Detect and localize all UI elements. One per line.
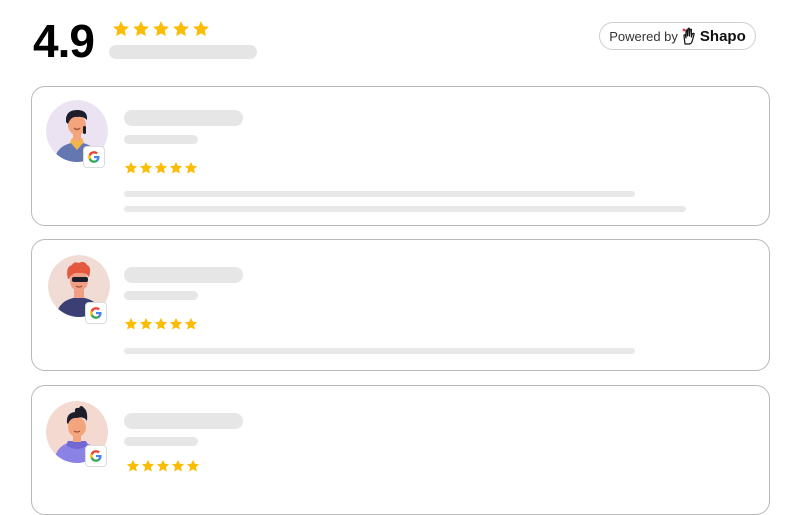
review-star-rating	[124, 161, 198, 175]
star-icon	[184, 317, 198, 330]
shapo-hand-icon	[682, 27, 695, 45]
star-icon	[156, 459, 170, 472]
star-icon	[154, 317, 168, 330]
overall-rating: 4.9	[33, 15, 95, 67]
reviewer-name-placeholder	[124, 110, 243, 126]
star-icon	[173, 21, 189, 37]
review-card[interactable]	[31, 86, 770, 226]
star-icon	[124, 317, 138, 330]
star-icon	[139, 317, 153, 330]
review-date-placeholder	[124, 437, 198, 446]
review-text-placeholder	[124, 206, 686, 212]
star-icon	[184, 161, 198, 174]
review-count-placeholder	[109, 45, 257, 59]
star-icon	[186, 459, 200, 472]
review-star-rating	[126, 459, 200, 473]
star-icon	[153, 21, 169, 37]
overall-star-rating	[112, 20, 210, 38]
star-icon	[126, 459, 140, 472]
google-g-icon	[88, 151, 100, 163]
google-badge	[85, 445, 107, 467]
review-card[interactable]	[31, 385, 770, 515]
star-icon	[193, 21, 209, 37]
star-icon	[113, 21, 129, 37]
widget-header: 4.9 Powered by Shapo	[0, 0, 800, 80]
star-icon	[139, 161, 153, 174]
powered-by-brand: Shapo	[699, 27, 746, 45]
review-card[interactable]	[31, 239, 770, 371]
review-date-placeholder	[124, 135, 198, 144]
star-icon	[133, 21, 149, 37]
star-icon	[169, 161, 183, 174]
star-icon	[171, 459, 185, 472]
star-icon	[154, 161, 168, 174]
star-icon	[169, 317, 183, 330]
review-star-rating	[124, 317, 198, 331]
review-text-placeholder	[124, 191, 635, 197]
google-g-icon	[90, 450, 102, 462]
google-g-icon	[90, 307, 102, 319]
reviewer-name-placeholder	[124, 267, 243, 283]
google-badge	[85, 302, 107, 324]
review-text-placeholder	[124, 348, 635, 354]
reviewer-name-placeholder	[124, 413, 243, 429]
review-date-placeholder	[124, 291, 198, 300]
powered-by-label: Powered by	[609, 28, 678, 44]
star-icon	[141, 459, 155, 472]
star-icon	[124, 161, 138, 174]
powered-by-badge[interactable]: Powered by Shapo	[599, 22, 756, 50]
google-badge	[83, 146, 105, 168]
